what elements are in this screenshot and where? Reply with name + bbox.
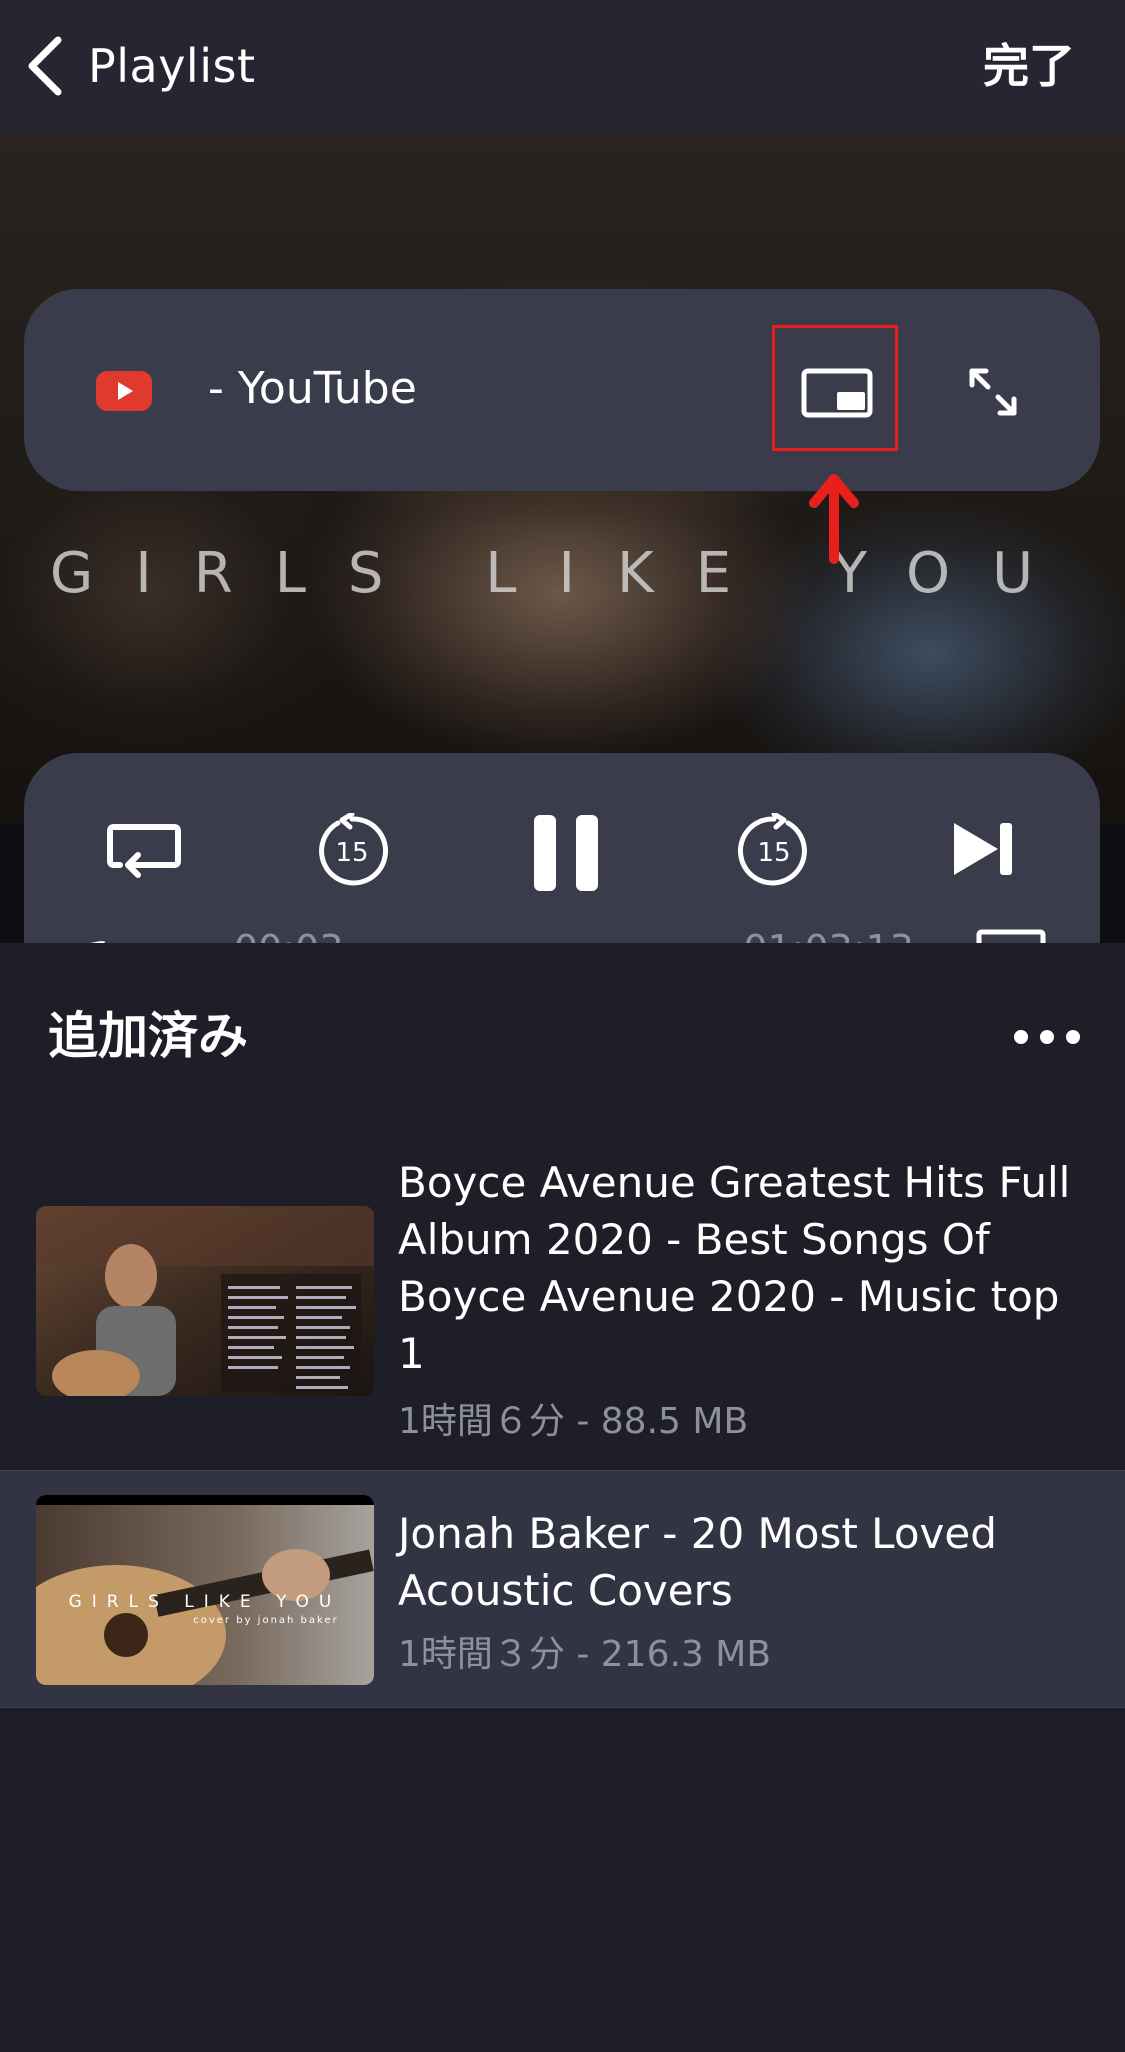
back-button[interactable]: Playlist — [88, 36, 256, 96]
video-caption: GIRLS LIKE YOU — [49, 541, 1076, 606]
item-title: Boyce Avenue Greatest Hits Full Album 20… — [398, 1158, 1071, 1378]
playlist-item-selected[interactable]: GIRLS LIKE YOU cover by jonah baker Jona… — [0, 1471, 1125, 1707]
item-meta: 1時間３分 - 216.3 MB — [398, 1634, 772, 1675]
item-meta: 1時間６分 - 88.5 MB — [398, 1401, 749, 1442]
playlist-item[interactable]: Boyce Avenue Greatest Hits Full Album 20… — [0, 1150, 1125, 1470]
elapsed-time: 00:03 — [234, 925, 344, 943]
airplay-icon[interactable] — [976, 929, 1046, 943]
item-title: Jonah Baker - 20 Most Loved Acoustic Cov… — [398, 1509, 997, 1615]
rewind-seconds-label: 15 — [335, 838, 368, 868]
remaining-time: -01:03:13 — [730, 925, 914, 943]
youtube-icon — [96, 371, 152, 411]
more-icon[interactable] — [1010, 1026, 1084, 1048]
picture-in-picture-button[interactable] — [772, 325, 898, 451]
item-thumbnail — [36, 1206, 374, 1396]
expand-icon[interactable] — [966, 365, 1020, 419]
repeat-icon[interactable] — [106, 821, 182, 881]
thumbnail-image — [36, 1206, 374, 1396]
navigation-bar: Playlist 完了 — [0, 0, 1125, 133]
picture-in-picture-icon — [801, 368, 873, 418]
player-controls-panel: 15 15 1x 00:03 -01:03:13 — [24, 753, 1100, 943]
done-button[interactable]: 完了 — [983, 36, 1075, 96]
playback-speed-button[interactable]: 1x — [84, 933, 150, 944]
forward-15-icon[interactable]: 15 — [736, 813, 812, 889]
rewind-15-icon[interactable]: 15 — [314, 813, 390, 889]
divider — [0, 1707, 1125, 1708]
item-thumbnail: GIRLS LIKE YOU cover by jonah baker — [36, 1495, 374, 1685]
thumbnail-caption: GIRLS LIKE YOU — [69, 1592, 342, 1612]
chevron-left-icon[interactable] — [22, 34, 68, 98]
player-top-panel: - YouTube — [24, 289, 1100, 491]
forward-seconds-label: 15 — [757, 838, 790, 868]
red-arrow-up-icon — [809, 474, 859, 564]
pause-icon[interactable] — [530, 813, 602, 893]
section-title: 追加済み — [48, 1007, 248, 1065]
video-player[interactable]: GIRLS LIKE YOU - YouTube 15 15 — [0, 133, 1125, 943]
thumbnail-image: GIRLS LIKE YOU cover by jonah baker — [36, 1495, 374, 1685]
thumbnail-subcaption: cover by jonah baker — [193, 1615, 338, 1626]
next-track-icon[interactable] — [952, 819, 1016, 879]
source-title: - YouTube — [208, 363, 417, 414]
